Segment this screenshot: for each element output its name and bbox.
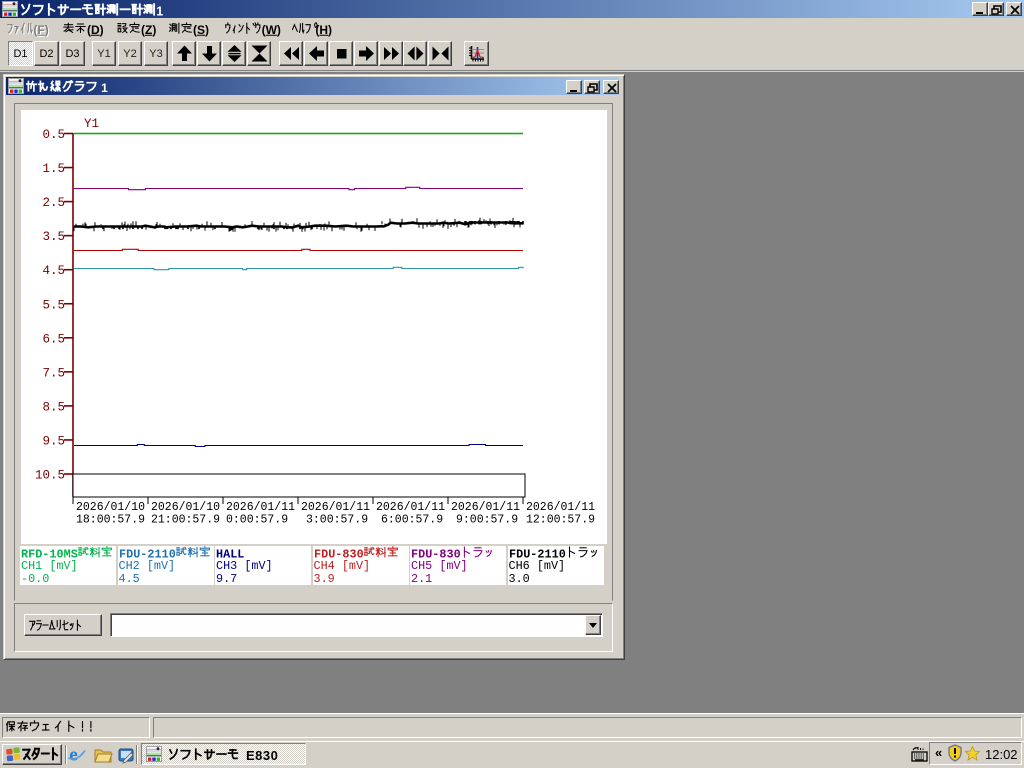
svg-text:): )	[152, 23, 156, 37]
svg-text:7.5: 7.5	[42, 366, 65, 380]
svg-text:H: H	[319, 23, 328, 37]
svg-text:): )	[205, 23, 209, 37]
svg-text:D: D	[91, 23, 100, 37]
svg-text:8.5: 8.5	[42, 400, 65, 414]
svg-text:Z: Z	[145, 23, 152, 37]
svg-text:2.5: 2.5	[42, 196, 65, 210]
svg-text:e: e	[69, 745, 77, 766]
svg-text:): )	[45, 23, 49, 37]
svg-text:0:00:57.9: 0:00:57.9	[226, 513, 288, 527]
svg-text:): )	[100, 23, 104, 37]
svg-text:): )	[328, 23, 332, 37]
svg-text:9:00:57.9: 9:00:57.9	[456, 513, 518, 527]
svg-text:6.5: 6.5	[42, 332, 65, 346]
svg-text:3:00:57.9: 3:00:57.9	[306, 513, 368, 527]
svg-text:5.5: 5.5	[42, 298, 65, 312]
svg-text:3.5: 3.5	[42, 230, 65, 244]
svg-text:4.5: 4.5	[42, 264, 65, 278]
svg-text:6:00:57.9: 6:00:57.9	[381, 513, 443, 527]
svg-text:21:00:57.9: 21:00:57.9	[151, 513, 220, 527]
svg-text:1: 1	[156, 4, 163, 18]
svg-text:F: F	[37, 23, 44, 37]
svg-text:18:00:57.9: 18:00:57.9	[76, 513, 145, 527]
svg-text:1.5: 1.5	[42, 162, 65, 176]
svg-text:12:00:57.9: 12:00:57.9	[526, 513, 595, 527]
svg-text:10.5: 10.5	[35, 469, 65, 483]
svg-text:S: S	[197, 23, 205, 37]
svg-text:W: W	[266, 23, 278, 37]
svg-text:1: 1	[101, 81, 108, 95]
svg-text:): )	[277, 23, 281, 37]
svg-text:9.5: 9.5	[42, 434, 65, 448]
svg-text:0.5: 0.5	[42, 128, 65, 142]
svg-text:Y1: Y1	[84, 117, 99, 131]
